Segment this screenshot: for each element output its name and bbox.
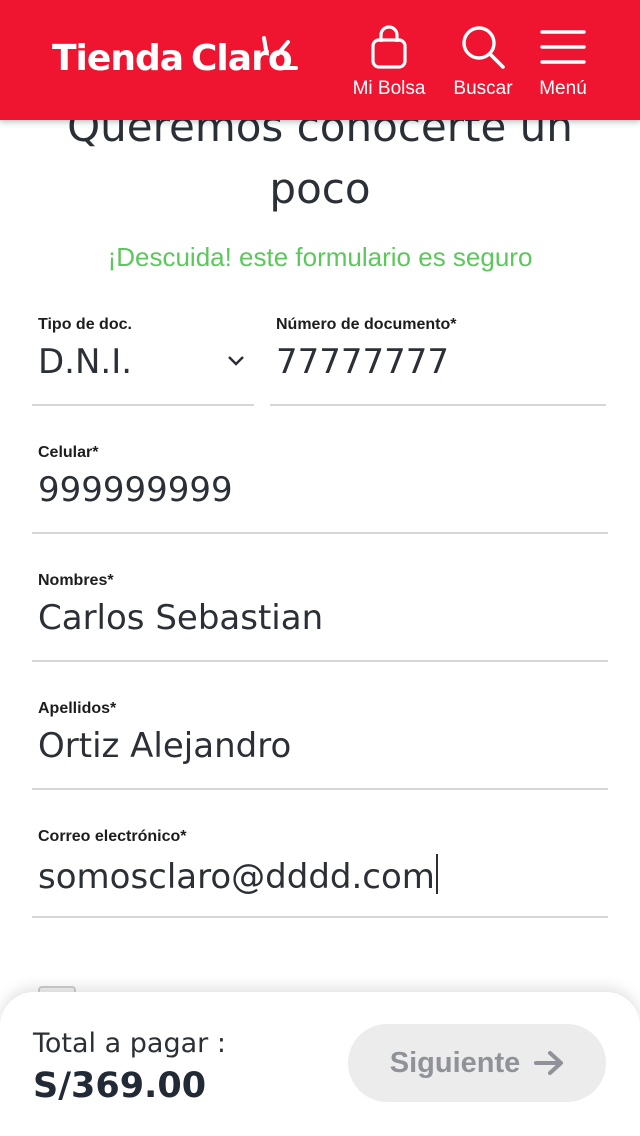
phone-value: 999999999 xyxy=(38,470,233,510)
email-value-wrap: somosclaro@dddd.com xyxy=(38,854,438,897)
next-button[interactable]: Siguiente xyxy=(348,1024,606,1102)
logo-tienda-text: Tienda xyxy=(52,38,184,79)
last-names-field[interactable]: Apellidos* Ortiz Alejandro xyxy=(32,700,608,790)
doc-type-label: Tipo de doc. xyxy=(38,316,132,333)
phone-field[interactable]: Celular* 999999999 xyxy=(32,444,608,534)
doc-number-label: Número de documento* xyxy=(276,316,457,333)
phone-label: Celular* xyxy=(38,444,99,461)
doc-type-select[interactable]: Tipo de doc. D.N.I. xyxy=(32,316,254,406)
top-header: Tienda Claro Mi Bolsa Buscar Menú xyxy=(0,0,640,120)
last-names-label: Apellidos* xyxy=(38,700,117,717)
menu-button[interactable]: Menú xyxy=(518,24,608,108)
secure-note: ¡Descuida! este formulario es seguro xyxy=(107,242,533,272)
page-title-line2: poco xyxy=(269,164,371,213)
next-label: Siguiente xyxy=(389,1046,521,1079)
search-icon xyxy=(462,26,505,69)
doc-number-field[interactable]: Número de documento* 77777777 xyxy=(270,316,606,406)
tienda-claro-logo[interactable]: Tienda Claro xyxy=(52,38,293,79)
doc-type-value: D.N.I. xyxy=(38,342,133,382)
doc-number-value: 77777777 xyxy=(276,342,450,382)
chevron-down-icon xyxy=(226,354,246,373)
menu-icon xyxy=(540,30,586,64)
bag-button[interactable]: Mi Bolsa xyxy=(344,24,434,108)
total-amount: S/369.00 xyxy=(33,1066,207,1106)
email-field[interactable]: Correo electrónico* somosclaro@dddd.com xyxy=(32,828,608,918)
first-names-value: Carlos Sebastian xyxy=(38,598,324,638)
menu-label: Menú xyxy=(539,78,587,99)
bag-label: Mi Bolsa xyxy=(352,78,426,99)
arrow-right-icon xyxy=(534,1051,564,1075)
search-button[interactable]: Buscar xyxy=(438,24,528,108)
text-caret xyxy=(435,854,438,894)
claro-rays-icon xyxy=(262,36,298,70)
bag-icon xyxy=(371,25,407,69)
email-value: somosclaro@dddd.com xyxy=(38,857,435,897)
checkout-bar: Total a pagar : S/369.00 Siguiente xyxy=(0,992,640,1136)
email-label: Correo electrónico* xyxy=(38,828,187,845)
search-label: Buscar xyxy=(453,78,513,99)
total-label: Total a pagar : xyxy=(33,1028,226,1059)
last-names-value: Ortiz Alejandro xyxy=(38,726,292,766)
first-names-label: Nombres* xyxy=(38,572,114,589)
first-names-field[interactable]: Nombres* Carlos Sebastian xyxy=(32,572,608,662)
